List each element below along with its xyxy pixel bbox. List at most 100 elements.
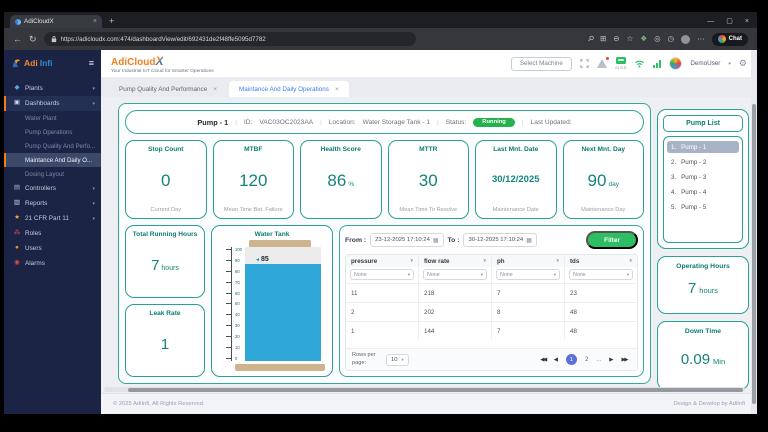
window-close-button[interactable]: ×	[745, 18, 749, 25]
table-row: 2 202 8 48	[346, 302, 637, 321]
last-page-button[interactable]: ▶▶	[622, 357, 627, 363]
calendar-icon[interactable]: ▦	[526, 237, 532, 244]
chevron-down-icon: ▾	[92, 86, 95, 92]
table-header-row: pressure▾ flow rate▾ ph▾ tds▾	[346, 255, 637, 267]
chat-button[interactable]: Chat	[712, 33, 748, 46]
table-cell: 218	[419, 283, 492, 302]
settings-gear-icon[interactable]: ⚙	[739, 59, 747, 68]
pump-list-item-2[interactable]: 2.Pump - 2	[667, 156, 739, 168]
to-datetime-input[interactable]: 30-12-2025 17:10:24 ▦	[463, 233, 536, 247]
sidebar-item-users[interactable]: ● Users	[4, 241, 101, 256]
history-icon[interactable]: ◷	[668, 35, 675, 43]
first-page-button[interactable]: ◀◀	[540, 357, 545, 363]
browser-profile-avatar[interactable]	[681, 35, 690, 44]
chevron-down-icon: ▾	[627, 272, 629, 278]
alarm-notification-icon[interactable]	[597, 59, 607, 68]
calendar-icon[interactable]: ▦	[433, 237, 439, 244]
dashboard-tabbar: Pump Quality And Performance × Maintance…	[101, 78, 757, 97]
tab-close-icon[interactable]: ×	[335, 86, 339, 93]
url-bar[interactable]: https://adicloudx.com:474/dashboardView/…	[44, 32, 416, 46]
more-menu-icon[interactable]: ⋯	[697, 35, 705, 43]
sidebar-item-dashboards[interactable]: ▣ Dashboards ▾	[4, 96, 101, 111]
kpi-stop-count: Stop Count 0 Current Day	[125, 140, 207, 219]
tank-base	[235, 364, 325, 371]
adiinfi-logo-icon	[11, 58, 22, 69]
pump-list-item-4[interactable]: 4.Pump - 4	[667, 186, 739, 198]
sidebar-subitem-maintance-daily[interactable]: Maintance And Daily O...	[4, 153, 101, 167]
version-label: v1.0.0	[615, 65, 626, 70]
tds-filter-select[interactable]: None▾	[569, 269, 633, 280]
sidebar-subitem-pump-quality[interactable]: Pump Quality And Perfo...	[4, 139, 101, 153]
sidebar-item-21cfr[interactable]: ★ 21 CFR Part 11 ▾	[4, 211, 101, 226]
tab-close-icon[interactable]: ×	[93, 18, 97, 25]
prev-page-button[interactable]: ◀	[554, 357, 558, 363]
hamburger-icon[interactable]: ≡	[89, 58, 94, 68]
pressure-filter-select[interactable]: None▾	[350, 269, 414, 280]
column-header-tds[interactable]: tds▾	[565, 255, 637, 267]
flow-rate-filter-select[interactable]: None▾	[423, 269, 487, 280]
tab-pump-quality[interactable]: Pump Quality And Performance ×	[109, 81, 227, 97]
minimize-button[interactable]: —	[707, 18, 714, 25]
vertical-scrollbar-thumb[interactable]	[752, 104, 756, 404]
bookmark-star-icon[interactable]: ☆	[627, 35, 634, 43]
page-1-button[interactable]: 1	[566, 354, 577, 365]
pump-info-bar: Pump - 1 | ID: VAC03OC2023AA | Location:…	[125, 110, 644, 134]
date-filter-bar: From : 23-12-2025 17:10:24 ▦ To : 30-12-…	[345, 231, 638, 249]
refresh-button[interactable]: ↻	[29, 35, 37, 44]
sidebar-item-roles[interactable]: ⁂ Roles	[4, 226, 101, 241]
chevron-down-icon: ▾	[92, 186, 95, 192]
sidebar-item-reports[interactable]: ▥ Reports ▾	[4, 196, 101, 211]
tab-close-icon[interactable]: ×	[213, 86, 217, 93]
back-button[interactable]: ←	[13, 35, 22, 44]
pump-list-title: Pump List	[663, 115, 743, 132]
app-tagline: Your Industrial IoT Cloud for Smarter Op…	[111, 69, 214, 74]
pump-list-item-3[interactable]: 3.Pump - 3	[667, 171, 739, 183]
next-page-button[interactable]: ▶	[609, 357, 613, 363]
column-header-pressure[interactable]: pressure▾	[346, 255, 419, 267]
apps-grid-icon[interactable]: ⊞	[600, 35, 606, 43]
password-key-icon[interactable]: ⚲	[586, 34, 595, 43]
table-cell: 144	[419, 321, 492, 340]
user-chevron-down-icon[interactable]: ▾	[728, 61, 731, 67]
fullscreen-icon[interactable]	[580, 59, 589, 68]
pump-id-label: ID:	[244, 119, 252, 126]
column-header-ph[interactable]: ph▾	[492, 255, 565, 267]
kpi-row: Stop Count 0 Current Day MTBF 120 Mean T…	[125, 140, 644, 219]
sidebar-item-alarms[interactable]: ◉ Alarms	[4, 256, 101, 271]
ph-filter-select[interactable]: None▾	[496, 269, 560, 280]
extension-icon[interactable]: ❖	[640, 35, 647, 43]
horizontal-scrollbar-thumb[interactable]	[128, 388, 743, 392]
pump-list-item-1[interactable]: 1.Pump - 1	[667, 141, 739, 153]
new-tab-button[interactable]: +	[109, 16, 114, 26]
column-header-flow-rate[interactable]: flow rate▾	[419, 255, 492, 267]
signal-strength-icon	[653, 60, 661, 68]
horizontal-scrollbar[interactable]	[104, 387, 745, 392]
user-avatar[interactable]	[669, 57, 682, 70]
sidebar-item-plants[interactable]: ◆ Plants ▾	[4, 81, 101, 96]
sidebar-item-controllers[interactable]: ▤ Controllers ▾	[4, 181, 101, 196]
favicon-icon	[15, 19, 21, 25]
dashboard-content: Pump - 1 | ID: VAC03OC2023AA | Location:…	[101, 97, 757, 393]
browser-window: AdiCloudX × + — ▢ × ← ↻ https://adicloud…	[4, 12, 757, 414]
tab-maintance-daily[interactable]: Maintance And Daily Operations ×	[229, 81, 349, 97]
browser-tab[interactable]: AdiCloudX ×	[10, 15, 102, 28]
logo-text-infi: Infi	[40, 58, 53, 68]
sidebar-subitem-water-plant[interactable]: Water Plant	[4, 111, 101, 125]
sidebar-subitem-pump-operations[interactable]: Pump Operations	[4, 125, 101, 139]
rows-per-page-select[interactable]: 10 ▾	[386, 354, 409, 366]
username-menu[interactable]: DemoUser	[690, 60, 720, 67]
sync-icon[interactable]: ◎	[654, 35, 661, 43]
chevron-down-icon: ▾	[92, 216, 95, 222]
filter-button[interactable]: Filter	[586, 231, 638, 249]
maximize-button[interactable]: ▢	[726, 17, 733, 25]
sidebar-subitem-dosing-layout[interactable]: Dosing Layout	[4, 167, 101, 181]
pump-list-item-5[interactable]: 5.Pump - 5	[667, 201, 739, 213]
vertical-scrollbar[interactable]	[751, 50, 757, 414]
zoom-out-icon[interactable]: ⊖	[613, 35, 619, 43]
select-machine-button[interactable]: Select Machine	[511, 57, 572, 71]
page-2-button[interactable]: 2	[585, 357, 588, 363]
tank-level-label: ◄ 85	[255, 256, 269, 263]
app-footer: © 2025 AdiInfi, All Rights Reserved. Des…	[101, 393, 757, 414]
from-datetime-input[interactable]: 23-12-2025 17:10:24 ▦	[370, 233, 443, 247]
page-ellipsis: ...	[596, 357, 601, 363]
